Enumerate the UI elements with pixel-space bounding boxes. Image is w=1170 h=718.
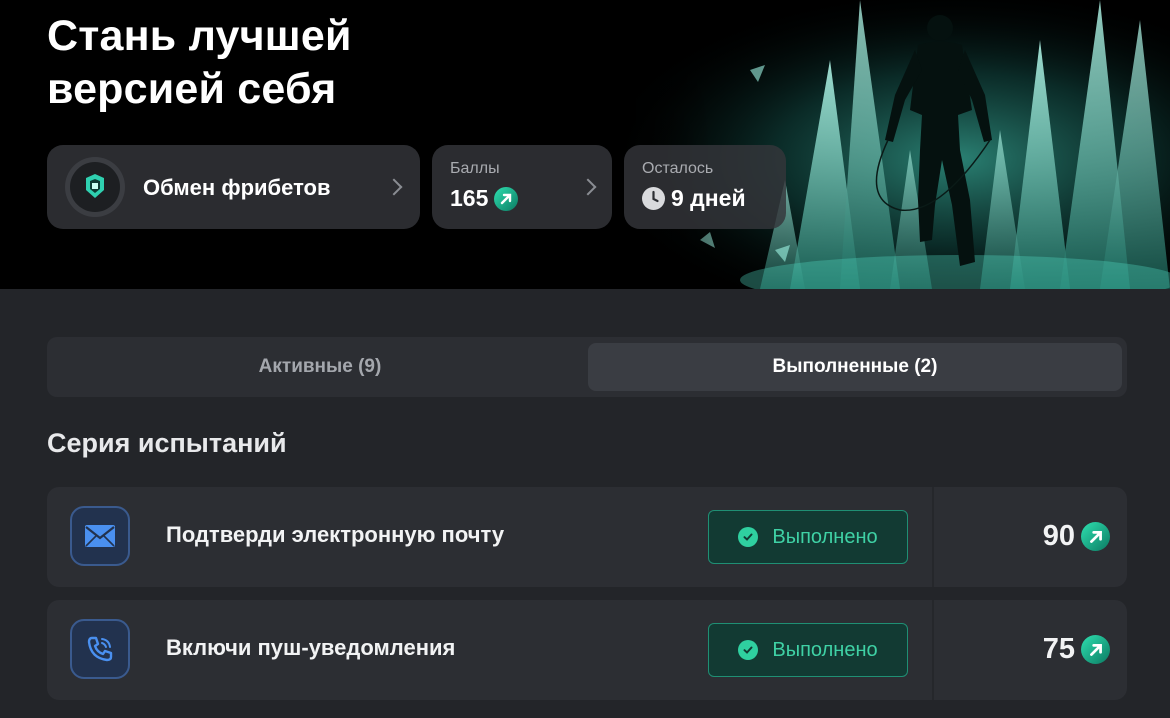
task-title: Включи пуш-уведомления <box>166 635 456 660</box>
points-card[interactable]: Баллы 165 <box>432 145 612 229</box>
task-row: Включи пуш-уведомления Выполнено 75 <box>47 600 1127 700</box>
chevron-right-icon <box>385 178 403 196</box>
points-label: Баллы <box>450 160 500 177</box>
coin-arrow-icon <box>1081 522 1110 551</box>
time-remaining-value: 9 дней <box>671 185 746 211</box>
freebet-exchange-card[interactable]: Обмен фрибетов <box>47 145 420 229</box>
task-points-value: 90 <box>1042 520 1075 552</box>
check-icon <box>738 527 759 547</box>
time-remaining-label: Осталось <box>642 160 714 177</box>
task-points-value: 75 <box>1042 633 1075 665</box>
tab-active[interactable]: Активные (9) <box>53 343 587 391</box>
divider <box>932 487 934 587</box>
phone-icon <box>70 619 130 679</box>
mail-icon <box>70 506 130 566</box>
coin-arrow-icon <box>494 186 519 211</box>
status-badge: Выполнено <box>708 510 908 564</box>
points-value: 165 <box>450 185 489 211</box>
freebet-exchange-label: Обмен фрибетов <box>143 175 331 200</box>
time-remaining-row: 9 дней <box>642 185 746 212</box>
chevron-right-icon <box>579 178 597 196</box>
divider <box>932 600 934 700</box>
hero-title-line1: Стань лучшей <box>47 12 352 60</box>
section-title: Серия испытаний <box>47 428 287 458</box>
task-title: Подтверди электронную почту <box>166 522 505 547</box>
task-points: 75 <box>1043 633 1110 666</box>
coin-arrow-icon <box>1081 635 1110 664</box>
tab-completed[interactable]: Выполненные (2) <box>588 343 1122 391</box>
status-label: Выполнено <box>772 525 878 548</box>
status-label: Выполнено <box>772 638 878 661</box>
task-points: 90 <box>1043 520 1110 553</box>
clock-icon <box>642 187 665 210</box>
points-value-row: 165 <box>450 185 519 212</box>
challenge-tabs: Активные (9) Выполненные (2) <box>47 337 1127 397</box>
time-remaining-card: Осталось 9 дней <box>624 145 786 229</box>
task-row: Подтверди электронную почту Выполнено 90 <box>47 487 1127 587</box>
hero-title-line2: версией себя <box>47 65 337 113</box>
hero-banner: Стань лучшей версией себя Обмен фрибетов… <box>0 0 1170 289</box>
freebet-avatar-icon <box>65 157 125 217</box>
check-icon <box>738 640 759 660</box>
status-badge: Выполнено <box>708 623 908 677</box>
hero-title: Стань лучшей версией себя <box>47 10 352 116</box>
